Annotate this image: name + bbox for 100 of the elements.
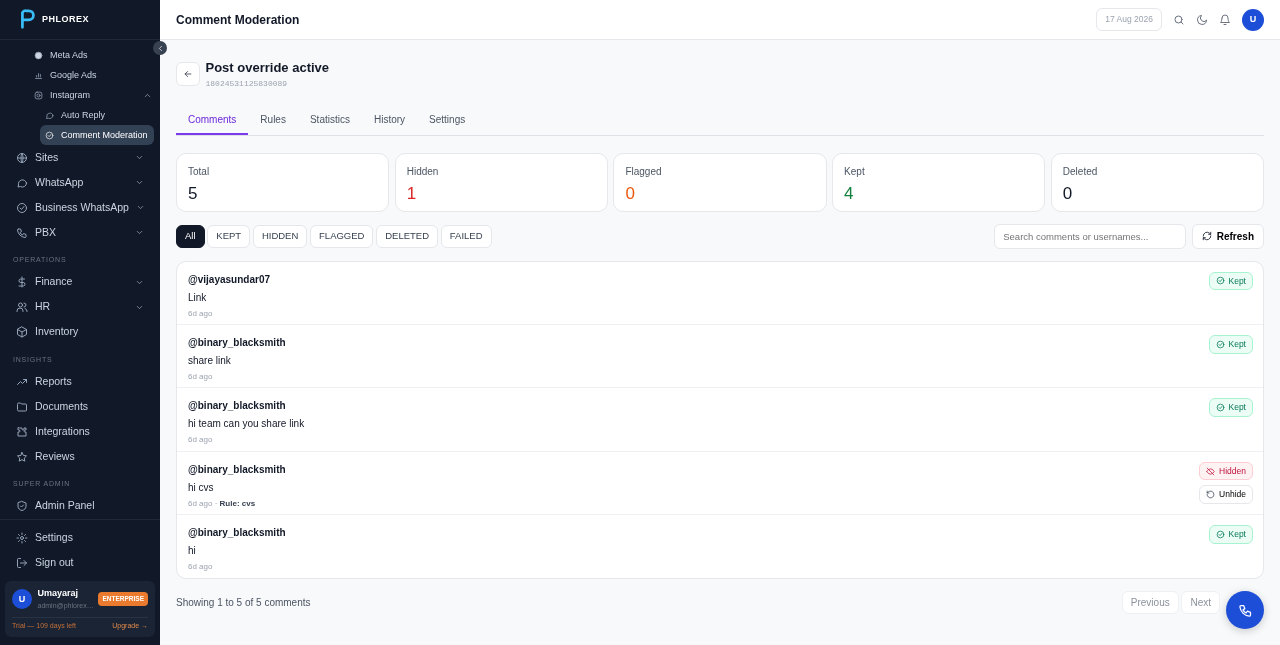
comment-text: hi	[188, 544, 197, 559]
nav-item[interactable]: Reports	[4, 369, 156, 395]
stat-label: Hidden	[406, 164, 440, 179]
stat-label: Flagged	[625, 164, 663, 179]
status-badge: Kept	[1208, 271, 1253, 291]
phone-icon	[16, 226, 28, 239]
status-badge: Kept	[1208, 334, 1253, 354]
collapse-button[interactable]	[153, 41, 167, 55]
filter-button[interactable]: All	[176, 224, 205, 248]
stat-value: 0	[1062, 182, 1074, 205]
page-title: Comment Moderation	[176, 11, 300, 29]
comment-time: 6d ago	[188, 435, 213, 445]
status-badge: Kept	[1208, 398, 1253, 418]
nav-item[interactable]: Inventory	[4, 319, 156, 345]
nav-item[interactable]: Comment Moderation	[40, 125, 154, 146]
filter-button[interactable]: FAILED	[440, 224, 492, 248]
nav-item[interactable]: Documents	[4, 394, 156, 420]
nav-item[interactable]: HR	[4, 294, 156, 320]
dollar-icon	[16, 276, 28, 289]
tab[interactable]: Rules	[248, 111, 298, 135]
search-icon	[1173, 13, 1185, 26]
nav-item[interactable]: Business WhatsApp	[4, 195, 156, 221]
star-icon	[16, 450, 28, 463]
stat-value: 1	[406, 182, 418, 205]
comment-text: Link	[188, 290, 208, 305]
nav-item[interactable]: Admin Panel	[4, 493, 156, 519]
filter-button[interactable]: HIDDEN	[252, 224, 308, 248]
date-chip: 17 Aug 2026	[1096, 8, 1162, 31]
nav-item[interactable]: Instagram	[30, 85, 156, 106]
stat-label: Kept	[844, 164, 866, 179]
settings-icon	[16, 531, 28, 544]
filter-button[interactable]: DELETED	[376, 224, 439, 248]
box-icon	[16, 326, 28, 339]
moon-icon	[1196, 13, 1208, 26]
dot-icon	[34, 50, 43, 60]
nav-item[interactable]: Sites	[4, 145, 156, 171]
check-circle-icon	[1215, 403, 1225, 413]
nav-item[interactable]: Meta Ads	[30, 45, 156, 66]
nav-item[interactable]: Integrations	[4, 419, 156, 445]
comment-text: hi cvs	[188, 480, 215, 495]
check-circle-icon	[1215, 276, 1225, 286]
eye-off-icon	[1206, 466, 1216, 476]
comment-time: 6d ago	[188, 562, 213, 572]
nav-item[interactable]: Finance	[4, 269, 156, 295]
unhide-button[interactable]: Unhide	[1199, 485, 1253, 505]
bar-chart-icon	[34, 70, 43, 80]
comment-time: 6d ago	[188, 308, 213, 318]
comment-time: 6d ago ·	[188, 498, 219, 508]
nav-item[interactable]: Sign out	[4, 550, 156, 576]
nav-item[interactable]: PBX	[4, 220, 156, 246]
avatar[interactable]: U	[12, 589, 32, 610]
post-title: Post override active	[205, 59, 330, 77]
comment-username: @binary_blacksmith	[188, 462, 287, 477]
comment-text: share link	[188, 353, 232, 368]
comment-username: @binary_blacksmith	[188, 526, 287, 541]
phone-icon	[1237, 602, 1253, 618]
nav-item[interactable]: WhatsApp	[4, 170, 156, 196]
logo-text: PHLOREX	[42, 12, 89, 26]
arrow-left-icon	[183, 68, 193, 79]
tab[interactable]: History	[361, 111, 418, 135]
check-circle-icon	[16, 201, 28, 214]
stat-value: 0	[625, 182, 636, 205]
chat-bubble-icon	[16, 176, 28, 189]
user-name: Umayaraj	[37, 587, 80, 601]
stat-label: Total	[188, 164, 211, 179]
status-badge: Kept	[1208, 525, 1253, 544]
post-id: 18024531125830089	[205, 77, 289, 90]
sign-out-icon	[16, 556, 28, 569]
refresh-icon	[1201, 231, 1212, 241]
tab[interactable]: Statistics	[297, 111, 362, 135]
nav-item[interactable]: Auto Reply	[40, 105, 154, 126]
search-field[interactable]: Search comments or usernames...	[994, 223, 1187, 249]
shield-icon	[16, 500, 28, 513]
avatar[interactable]: U	[1242, 8, 1264, 31]
comment-time: 6d ago	[188, 371, 213, 381]
comment-username: @binary_blacksmith	[188, 399, 287, 414]
nav-item[interactable]: Google Ads	[30, 65, 156, 86]
stat-value: 4	[844, 182, 855, 205]
bell-icon	[1219, 13, 1231, 26]
undo-icon	[1206, 490, 1216, 500]
pagination-summary: Showing 1 to 5 of 5 comments	[176, 596, 311, 611]
stat-label: Deleted	[1062, 164, 1099, 179]
check-circle-icon	[1215, 339, 1225, 349]
filter-button[interactable]: FLAGGED	[310, 224, 374, 248]
nav-item[interactable]: Settings	[4, 525, 156, 551]
filter-button[interactable]: KEPT	[207, 224, 251, 248]
call-button[interactable]	[1226, 591, 1264, 629]
puzzle-icon	[16, 425, 28, 438]
comment-text: hi team can you share link	[188, 417, 306, 432]
refresh-button[interactable]: Refresh	[1191, 223, 1264, 249]
nav-item[interactable]: Reviews	[4, 444, 156, 470]
tab[interactable]: Settings	[417, 111, 478, 135]
folder-icon	[16, 400, 28, 413]
chat-bubble-icon	[45, 110, 54, 120]
status-badge: Hidden	[1199, 461, 1253, 481]
rule-label: Rule: cvs	[219, 498, 256, 508]
comment-username: @vijayasundar07	[188, 272, 272, 287]
users-icon	[16, 301, 28, 314]
stat-value: 5	[188, 182, 199, 205]
tab[interactable]: Comments	[176, 111, 249, 135]
